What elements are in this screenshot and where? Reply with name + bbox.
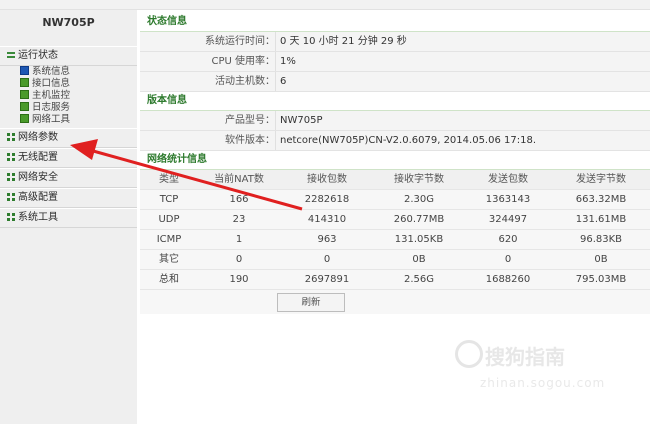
- menu-grid-icon: [7, 173, 15, 181]
- page-icon: [20, 114, 29, 123]
- sidebar-item-network-tools[interactable]: 网络工具: [0, 114, 137, 126]
- stats-section-title: 网络统计信息: [140, 151, 650, 170]
- page-icon: [20, 102, 29, 111]
- menu-grid-icon: [7, 213, 15, 221]
- status-row-uptime: 系统运行时间： 0 天 10 小时 21 分钟 29 秒: [140, 32, 650, 52]
- watermark-url: zhinan.sogou.com: [480, 376, 606, 390]
- watermark: 搜狗指南: [455, 340, 565, 370]
- status-row-cpu: CPU 使用率： 1%: [140, 52, 650, 72]
- menu-open-icon: [7, 51, 15, 59]
- sidebar: NW705P 运行状态 系统信息 接口信息 主机监控 日志服务 网络工具 网络参…: [0, 10, 137, 424]
- sidebar-group-wireless[interactable]: 无线配置: [0, 148, 137, 168]
- page-icon: [20, 90, 29, 99]
- page-icon: [20, 66, 29, 75]
- device-name: NW705P: [42, 16, 95, 29]
- sidebar-group-security[interactable]: 网络安全: [0, 168, 137, 188]
- refresh-row: 刷新: [140, 290, 650, 314]
- sidebar-group-advanced[interactable]: 高级配置: [0, 188, 137, 208]
- menu-grid-icon: [7, 153, 15, 161]
- stats-table-header: 类型 当前NAT数 接收包数 接收字节数 发送包数 发送字节数: [140, 170, 650, 190]
- refresh-button[interactable]: 刷新: [277, 293, 345, 312]
- sidebar-group-system-tools[interactable]: 系统工具: [0, 208, 137, 228]
- status-section-title: 状态信息: [140, 13, 650, 32]
- sidebar-item-system-info[interactable]: 系统信息: [0, 66, 137, 78]
- sidebar-group-network-params[interactable]: 网络参数: [0, 128, 137, 148]
- page-icon: [20, 78, 29, 87]
- table-row: 其它 0 0 0B 0 0B: [140, 250, 650, 270]
- top-bar: [0, 0, 650, 10]
- sidebar-item-host-monitor[interactable]: 主机监控: [0, 90, 137, 102]
- sidebar-item-interface-info[interactable]: 接口信息: [0, 78, 137, 90]
- menu-grid-icon: [7, 193, 15, 201]
- sidebar-item-log-service[interactable]: 日志服务: [0, 102, 137, 114]
- menu-grid-icon: [7, 133, 15, 141]
- table-row: TCP 166 2282618 2.30G 1363143 663.32MB: [140, 190, 650, 210]
- status-row-hosts: 活动主机数： 6: [140, 72, 650, 92]
- table-row: UDP 23 414310 260.77MB 324497 131.61MB: [140, 210, 650, 230]
- table-row: ICMP 1 963 131.05KB 620 96.83KB: [140, 230, 650, 250]
- version-row-model: 产品型号： NW705P: [140, 111, 650, 131]
- sidebar-group-running-status[interactable]: 运行状态: [0, 46, 137, 66]
- version-row-software: 软件版本： netcore(NW705P)CN-V2.0.6079, 2014.0…: [140, 131, 650, 151]
- table-row: 总和 190 2697891 2.56G 1688260 795.03MB: [140, 270, 650, 290]
- version-section-title: 版本信息: [140, 92, 650, 111]
- sogou-logo-icon: [455, 340, 483, 368]
- main-content: 状态信息 系统运行时间： 0 天 10 小时 21 分钟 29 秒 CPU 使用率…: [140, 13, 650, 314]
